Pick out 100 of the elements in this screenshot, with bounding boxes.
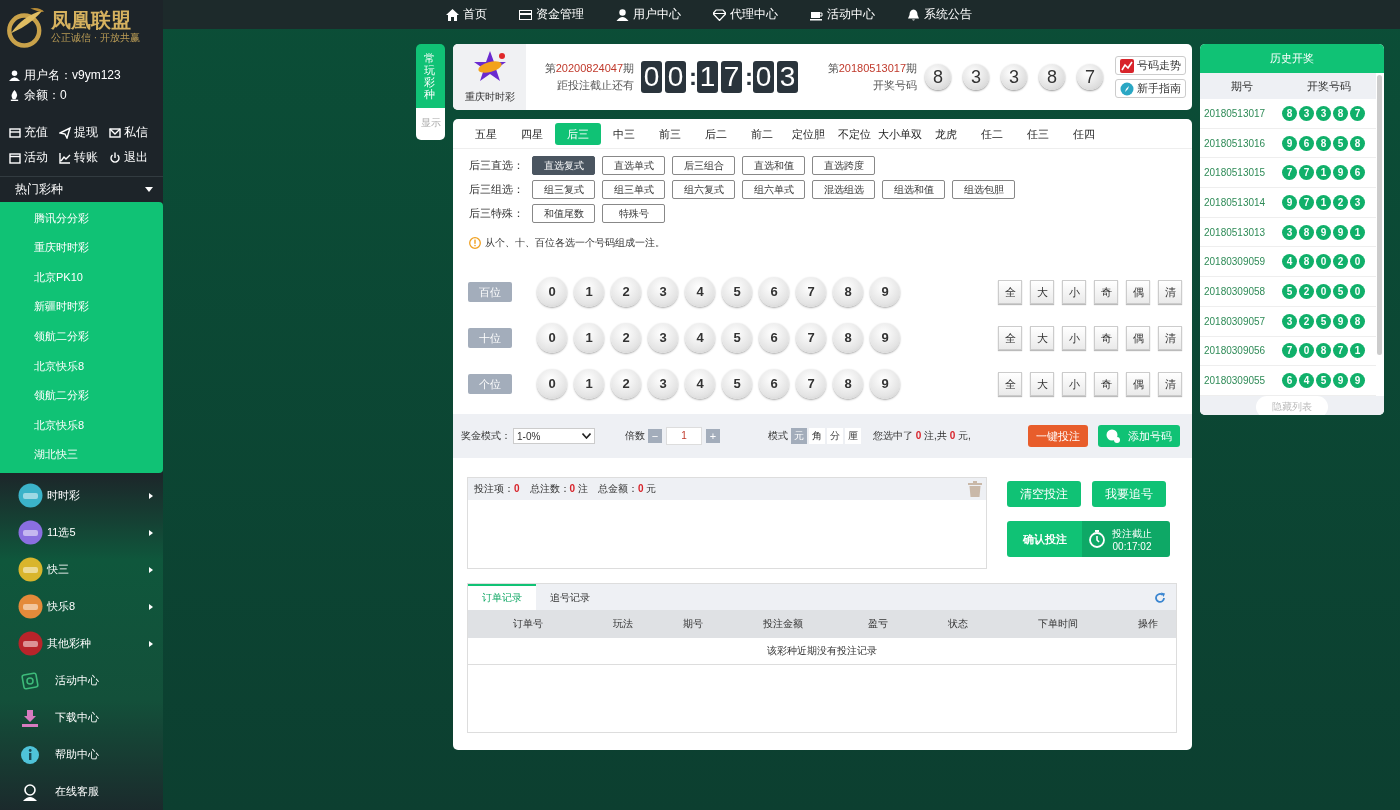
bet-type-option[interactable]: 和值尾数 <box>532 204 595 223</box>
play-tab[interactable]: 定位胆 <box>785 122 831 145</box>
play-tab[interactable]: 任二 <box>969 122 1015 145</box>
guide-link[interactable]: 号码走势 <box>1115 56 1186 75</box>
number-ball[interactable]: 6 <box>759 323 789 353</box>
quick-select-button[interactable]: 大 <box>1030 280 1054 304</box>
play-tab[interactable]: 不定位 <box>831 122 877 145</box>
number-ball[interactable]: 0 <box>537 277 567 307</box>
unit-option[interactable]: 厘 <box>845 428 861 444</box>
number-ball[interactable]: 4 <box>685 369 715 399</box>
nav-link[interactable]: 活动中心 <box>810 6 875 23</box>
number-ball[interactable]: 6 <box>759 369 789 399</box>
play-tab[interactable]: 大小单双 <box>877 122 923 145</box>
nav-link[interactable]: 系统公告 <box>907 6 972 23</box>
guide-link[interactable]: 新手指南 <box>1115 79 1186 98</box>
quick-select-button[interactable]: 偶 <box>1126 372 1150 396</box>
account-link[interactable]: 转账 <box>59 149 109 166</box>
service-link[interactable]: 在线客服 <box>0 773 163 810</box>
account-link[interactable]: 提现 <box>59 124 109 141</box>
service-link[interactable]: 下载中心 <box>0 699 163 736</box>
bet-type-option[interactable]: 组三复式 <box>532 180 595 199</box>
number-ball[interactable]: 3 <box>648 369 678 399</box>
hot-lottery-menu[interactable]: 热门彩种 <box>0 176 163 202</box>
lottery-category[interactable]: 11选5 <box>0 514 163 551</box>
lottery-category[interactable]: 时时彩 <box>0 477 163 514</box>
number-ball[interactable]: 9 <box>870 323 900 353</box>
quick-select-button[interactable]: 全 <box>998 326 1022 350</box>
number-ball[interactable]: 1 <box>574 323 604 353</box>
number-ball[interactable]: 9 <box>870 369 900 399</box>
quick-select-button[interactable]: 全 <box>998 372 1022 396</box>
bet-type-option[interactable]: 组选和值 <box>882 180 945 199</box>
number-ball[interactable]: 1 <box>574 277 604 307</box>
account-link[interactable]: 私信 <box>109 124 159 141</box>
number-ball[interactable]: 8 <box>833 323 863 353</box>
play-tab[interactable]: 前二 <box>739 122 785 145</box>
nav-link[interactable]: 代理中心 <box>713 6 778 23</box>
play-tab[interactable]: 任四 <box>1061 122 1107 145</box>
number-ball[interactable]: 1 <box>574 369 604 399</box>
number-ball[interactable]: 6 <box>759 277 789 307</box>
nav-link[interactable]: 用户中心 <box>616 6 681 23</box>
quick-select-button[interactable]: 全 <box>998 280 1022 304</box>
play-tab[interactable]: 中三 <box>601 122 647 145</box>
unit-option[interactable]: 分 <box>827 428 843 444</box>
number-ball[interactable]: 7 <box>796 323 826 353</box>
quick-select-button[interactable]: 大 <box>1030 326 1054 350</box>
lottery-category[interactable]: 其他彩种 <box>0 625 163 662</box>
number-ball[interactable]: 4 <box>685 323 715 353</box>
number-ball[interactable]: 9 <box>870 277 900 307</box>
play-tab[interactable]: 前三 <box>647 122 693 145</box>
bet-type-option[interactable]: 组六单式 <box>742 180 805 199</box>
play-tab[interactable]: 四星 <box>509 122 555 145</box>
bet-type-option[interactable]: 组三单式 <box>602 180 665 199</box>
lottery-category[interactable]: 快乐8 <box>0 588 163 625</box>
play-tab[interactable]: 五星 <box>463 122 509 145</box>
quick-select-button[interactable]: 奇 <box>1094 326 1118 350</box>
account-link[interactable]: 退出 <box>109 149 159 166</box>
play-tab[interactable]: 后二 <box>693 122 739 145</box>
quick-select-button[interactable]: 小 <box>1062 280 1086 304</box>
number-ball[interactable]: 5 <box>722 277 752 307</box>
lottery-category[interactable]: 快三 <box>0 551 163 588</box>
unit-option[interactable]: 角 <box>809 428 825 444</box>
number-ball[interactable]: 4 <box>685 277 715 307</box>
number-ball[interactable]: 7 <box>796 277 826 307</box>
quick-select-button[interactable]: 奇 <box>1094 280 1118 304</box>
quick-select-button[interactable]: 奇 <box>1094 372 1118 396</box>
account-link[interactable]: 活动 <box>9 149 59 166</box>
number-ball[interactable]: 2 <box>611 369 641 399</box>
bet-type-option[interactable]: 组选包胆 <box>952 180 1015 199</box>
bet-type-option[interactable]: 直选复式 <box>532 156 595 175</box>
prize-mode-select[interactable]: 1-0% <box>513 428 595 444</box>
number-ball[interactable]: 8 <box>833 277 863 307</box>
number-ball[interactable]: 0 <box>537 323 567 353</box>
bet-type-option[interactable]: 直选单式 <box>602 156 665 175</box>
number-ball[interactable]: 3 <box>648 323 678 353</box>
bet-type-option[interactable]: 后三组合 <box>672 156 735 175</box>
service-link[interactable]: 活动中心 <box>0 662 163 699</box>
number-ball[interactable]: 2 <box>611 323 641 353</box>
quick-select-button[interactable]: 清 <box>1158 280 1182 304</box>
quick-select-button[interactable]: 偶 <box>1126 280 1150 304</box>
number-ball[interactable]: 5 <box>722 323 752 353</box>
quick-select-button[interactable]: 小 <box>1062 326 1086 350</box>
refresh-icon[interactable] <box>1154 592 1166 604</box>
play-tab[interactable]: 任三 <box>1015 122 1061 145</box>
quick-select-button[interactable]: 大 <box>1030 372 1054 396</box>
bet-type-option[interactable]: 混选组选 <box>812 180 875 199</box>
number-ball[interactable]: 3 <box>648 277 678 307</box>
number-ball[interactable]: 7 <box>796 369 826 399</box>
number-ball[interactable]: 5 <box>722 369 752 399</box>
quick-select-button[interactable]: 偶 <box>1126 326 1150 350</box>
bet-type-option[interactable]: 组六复式 <box>672 180 735 199</box>
bet-type-option[interactable]: 直选跨度 <box>812 156 875 175</box>
nav-link[interactable]: 资金管理 <box>519 6 584 23</box>
nav-link[interactable]: 首页 <box>446 6 487 23</box>
records-tab[interactable]: 追号记录 <box>536 586 604 610</box>
number-ball[interactable]: 8 <box>833 369 863 399</box>
number-ball[interactable]: 2 <box>611 277 641 307</box>
bet-type-option[interactable]: 直选和值 <box>742 156 805 175</box>
quick-select-button[interactable]: 小 <box>1062 372 1086 396</box>
quick-select-button[interactable]: 清 <box>1158 326 1182 350</box>
bet-type-option[interactable]: 特殊号 <box>602 204 665 223</box>
